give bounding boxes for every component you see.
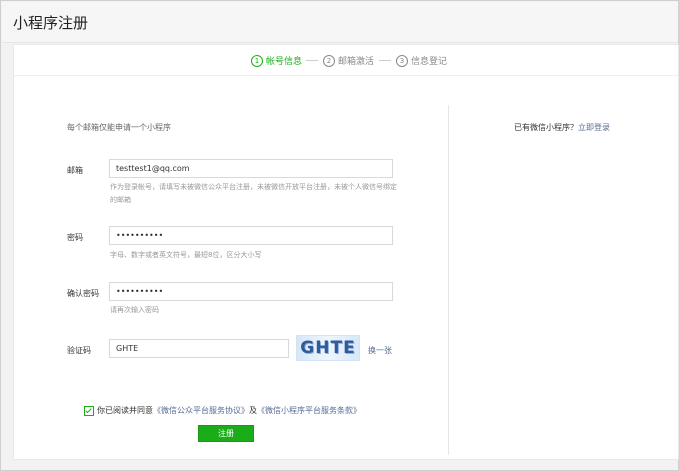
step-2-number: 2 — [323, 54, 335, 67]
agreement-and: 及 — [249, 406, 257, 415]
step-1: 1 帐号信息 — [251, 54, 302, 67]
email-notice: 每个邮箱仅能申请一个小程序 — [67, 123, 171, 132]
service-agreement-link[interactable]: 《微信公众平台服务协议》 — [153, 406, 249, 415]
login-prompt: 已有微信小程序？立即登录 — [514, 122, 610, 133]
password-hint: 字母、数字或者英文符号，最短8位，区分大小写 — [110, 251, 262, 259]
service-terms-link[interactable]: 《微信小程序平台服务条款》 — [257, 406, 361, 415]
confirm-password-label: 确认密码 — [67, 289, 99, 298]
agreement-checkbox[interactable] — [84, 405, 94, 416]
captcha-input[interactable]: GHTE — [109, 339, 289, 358]
registration-card: 1 帐号信息 2 邮箱激活 3 信息登记 每个邮箱仅能申请一个小程序 邮箱 testt… — [13, 44, 679, 460]
step-3-label: 信息登记 — [411, 57, 448, 67]
password-field[interactable]: •••••••••• — [109, 226, 393, 245]
page-title: 小程序注册 — [13, 14, 89, 32]
column-divider — [448, 105, 449, 455]
email-field[interactable]: testtest1@qq.com — [109, 159, 393, 178]
captcha-image[interactable]: GHTE — [296, 335, 360, 361]
login-link[interactable]: 立即登录 — [578, 123, 610, 132]
step-3: 3 信息登记 — [396, 54, 447, 67]
step-connector-1 — [306, 60, 318, 61]
login-prompt-text: 已有微信小程序？ — [514, 123, 578, 132]
agreement-row: 你已阅读并同意《微信公众平台服务协议》及《微信小程序平台服务条款》 — [84, 405, 361, 416]
step-2: 2 邮箱激活 — [323, 54, 374, 67]
confirm-password-field[interactable]: •••••••••• — [109, 282, 393, 301]
title-bar: 小程序注册 — [2, 2, 678, 43]
step-1-number: 1 — [251, 54, 263, 67]
step-3-number: 3 — [396, 54, 408, 67]
confirm-password-hint: 请再次输入密码 — [110, 306, 159, 314]
email-label: 邮箱 — [67, 166, 83, 175]
register-button[interactable]: 注册 — [198, 425, 254, 442]
step-indicator: 1 帐号信息 2 邮箱激活 3 信息登记 — [14, 45, 678, 76]
step-2-label: 邮箱激活 — [338, 57, 375, 67]
captcha-label: 验证码 — [67, 346, 91, 355]
step-1-label: 帐号信息 — [266, 57, 303, 67]
email-hint: 作为登录帐号，请填写未被微信公众平台注册，未被微信开放平台注册，未被个人微信号绑… — [110, 183, 397, 204]
window-frame: 小程序注册 1 帐号信息 2 邮箱激活 3 信息登记 每个邮箱仅能申请一个小程序 邮箱… — [0, 0, 679, 471]
refresh-captcha-link[interactable]: 换一张 — [368, 345, 392, 356]
agreement-prefix: 你已阅读并同意 — [97, 406, 153, 415]
password-label: 密码 — [67, 233, 83, 242]
step-connector-2 — [379, 60, 391, 61]
